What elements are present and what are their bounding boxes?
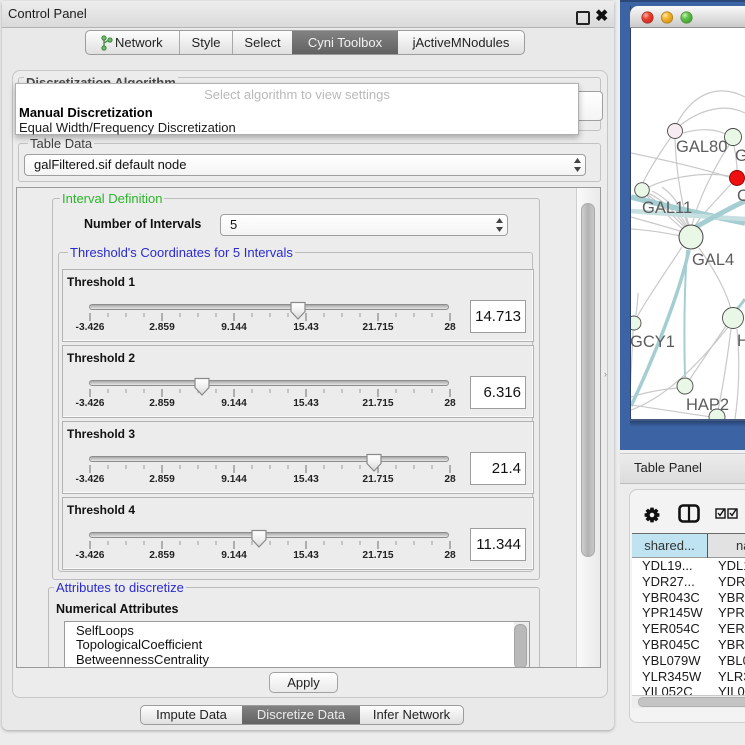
svg-text:GAL80: GAL80 <box>676 138 727 156</box>
svg-text:H: H <box>737 332 745 350</box>
svg-text:HAP2: HAP2 <box>686 396 729 414</box>
svg-text:GAL11: GAL11 <box>642 199 692 217</box>
svg-text:GA: GA <box>735 147 745 165</box>
svg-text:C: C <box>737 187 745 205</box>
svg-text:GCY1: GCY1 <box>631 333 675 351</box>
svg-text:GAL4: GAL4 <box>692 251 734 269</box>
